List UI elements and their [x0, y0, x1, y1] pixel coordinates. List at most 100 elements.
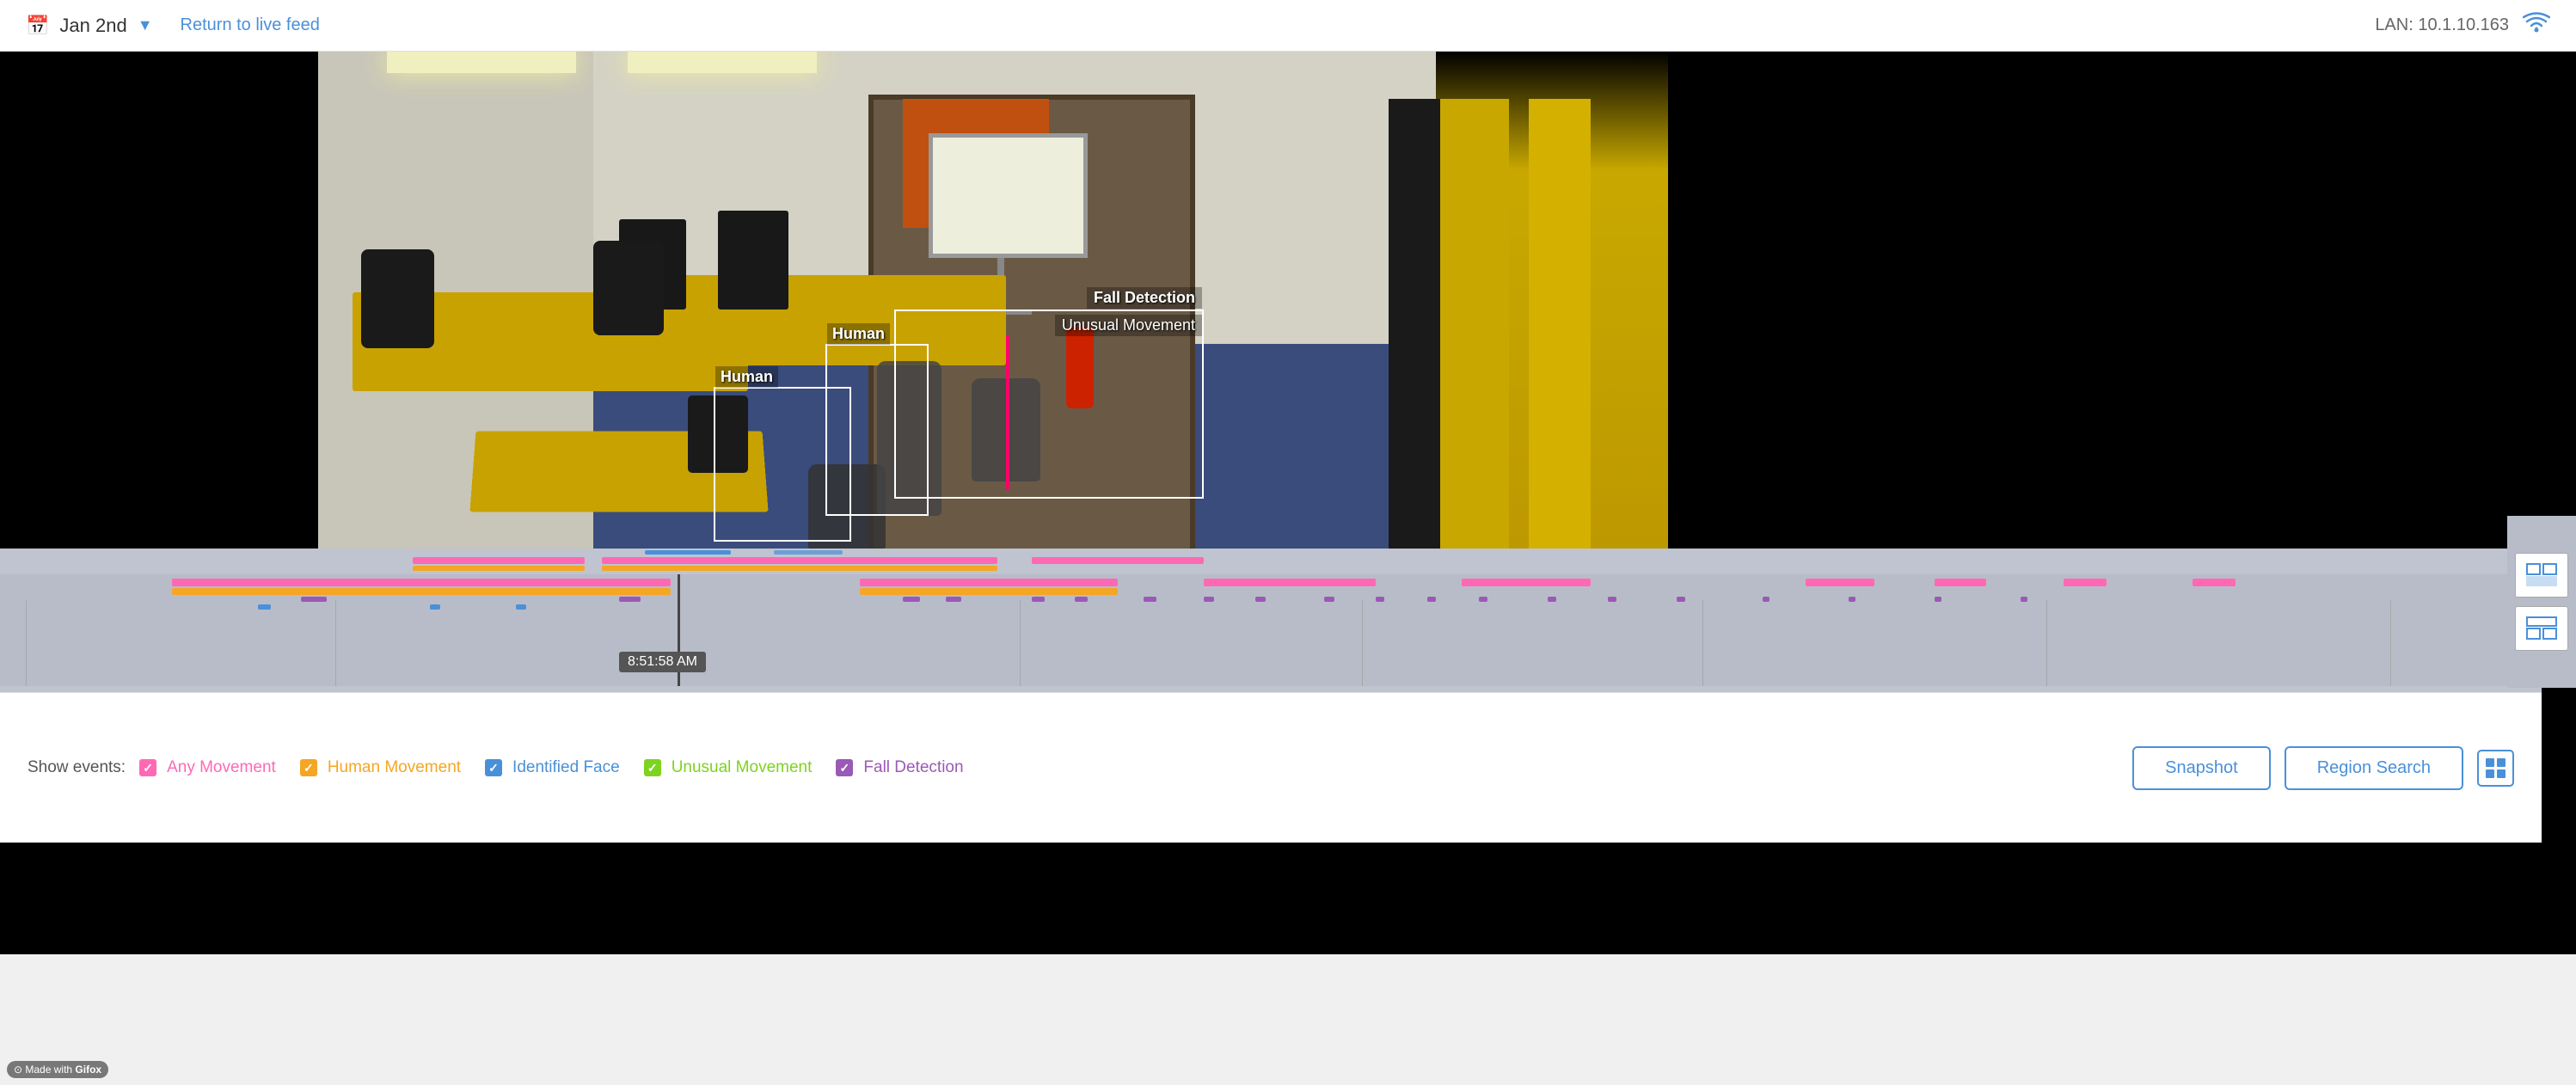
event-indicator-bars [0, 549, 2542, 574]
grid-dot-1 [2486, 758, 2494, 767]
identified-face-bar-2 [774, 550, 843, 555]
timeline-fall-8 [1204, 597, 1214, 602]
calendar-icon: 📅 [26, 15, 49, 37]
timeline-any-movement-1 [172, 579, 671, 586]
tick-4 [1362, 600, 1363, 686]
timeline-fall-17 [1763, 597, 1769, 602]
fall-detection-label: Fall Detection [1087, 287, 1202, 309]
timeline-face-1 [258, 604, 271, 610]
timeline-fall-20 [2021, 597, 2027, 602]
timeline-any-movement-2 [860, 579, 1118, 586]
timeline-fall-1 [301, 597, 327, 602]
timeline-fall-10 [1324, 597, 1334, 602]
timeline-any-movement-7 [2064, 579, 2107, 586]
ceiling-light-2 [628, 52, 817, 73]
timeline-fall-18 [1849, 597, 1855, 602]
timeline-fall-11 [1376, 597, 1384, 602]
event-type-any-movement[interactable]: ✓ Any Movement [139, 758, 276, 777]
event-type-unusual-movement[interactable]: ✓ Unusual Movement [644, 758, 813, 777]
right-layout-controls [2507, 516, 2576, 688]
identified-face-bar-1 [645, 550, 731, 555]
timeline-fall-4 [946, 597, 961, 602]
human-label-1: Human [827, 323, 890, 345]
human-detection-box-2: Human [714, 387, 851, 542]
date-dropdown-icon[interactable]: ▼ [138, 16, 153, 34]
timeline-human-movement-1 [172, 588, 671, 595]
region-search-button[interactable]: Region Search [2285, 746, 2463, 790]
layout-btn-1[interactable] [2515, 553, 2568, 598]
human-label-2: Human [715, 366, 778, 388]
lan-address: LAN: 10.1.10.163 [2375, 15, 2509, 35]
human-movement-checkbox[interactable]: ✓ [300, 759, 317, 776]
return-to-live-feed-link[interactable]: Return to live feed [181, 15, 320, 35]
any-movement-bar-2 [602, 557, 997, 564]
tick-7 [2390, 600, 2391, 686]
ceiling-light-1 [387, 52, 576, 73]
chair-1 [361, 249, 434, 348]
show-events-label: Show events: [28, 758, 126, 777]
fall-detection-checkbox[interactable]: ✓ [836, 759, 853, 776]
timeline-any-movement-5 [1806, 579, 1874, 586]
event-type-identified-face[interactable]: ✓ Identified Face [485, 758, 620, 777]
monitor-2 [718, 211, 788, 310]
tick-5 [1702, 600, 1703, 686]
fall-detection-label: Fall Detection [863, 758, 963, 777]
timeline-fall-9 [1255, 597, 1266, 602]
timeline-fall-7 [1144, 597, 1156, 602]
whiteboard [929, 133, 1088, 258]
event-type-human-movement[interactable]: ✓ Human Movement [300, 758, 461, 777]
grid-dot-4 [2497, 769, 2505, 778]
any-movement-bar-1 [413, 557, 585, 564]
human-movement-label: Human Movement [328, 758, 461, 777]
timeline-fall-14 [1548, 597, 1556, 602]
event-type-fall-detection[interactable]: ✓ Fall Detection [836, 758, 963, 777]
timeline-any-movement-6 [1935, 579, 1986, 586]
timeline-fall-16 [1677, 597, 1685, 602]
chair-2 [593, 241, 664, 335]
tick-3 [1020, 600, 1021, 686]
human-movement-bar-2 [602, 566, 997, 571]
tick-0 [26, 600, 27, 686]
grid-layout-button[interactable] [2477, 750, 2514, 787]
fall-detection-box: Fall Detection Unusual Movement [894, 310, 1204, 499]
top-bar-left: 📅 Jan 2nd ▼ Return to live feed [26, 15, 320, 37]
timeline-any-movement-4 [1462, 579, 1591, 586]
timeline-fall-12 [1427, 597, 1436, 602]
timeline-fall-15 [1608, 597, 1616, 602]
unusual-movement-label: Unusual Movement [672, 758, 813, 777]
timeline-any-movement-8 [2193, 579, 2236, 586]
gifox-badge: ⊙ Made with Gifox [7, 1061, 108, 1078]
any-movement-bar-3 [1032, 557, 1204, 564]
any-movement-label: Any Movement [167, 758, 276, 777]
timeline-human-movement-2 [860, 588, 1118, 595]
timeline-face-2 [430, 604, 440, 610]
unusual-movement-label: Unusual Movement [1055, 315, 1202, 336]
camera-feed: Fall Detection Unusual Movement Human Hu… [0, 52, 2576, 843]
identified-face-checkbox[interactable]: ✓ [485, 759, 502, 776]
scrubber-track[interactable]: 8:51:58 AM [0, 574, 2542, 686]
tick-1 [335, 600, 336, 686]
timeline-any-movement-3 [1204, 579, 1376, 586]
snapshot-button[interactable]: Snapshot [2132, 746, 2271, 790]
bottom-controls-bar: Show events: ✓ Any Movement ✓ Human Move… [0, 692, 2542, 843]
timeline-fall-3 [903, 597, 920, 602]
any-movement-checkbox[interactable]: ✓ [139, 759, 156, 776]
playhead-time-label: 8:51:58 AM [619, 652, 706, 672]
unusual-movement-checkbox[interactable]: ✓ [644, 759, 661, 776]
wifi-icon [2523, 11, 2550, 40]
layout-btn-2[interactable] [2515, 606, 2568, 651]
timeline-fall-6 [1075, 597, 1088, 602]
top-bar: 📅 Jan 2nd ▼ Return to live feed LAN: 10.… [0, 0, 2576, 52]
timeline-fall-19 [1935, 597, 1941, 602]
human-movement-bar-1 [413, 566, 585, 571]
timeline-fall-13 [1479, 597, 1487, 602]
fall-detection-line [1006, 335, 1009, 490]
grid-dot-3 [2486, 769, 2494, 778]
timeline-face-3 [516, 604, 526, 610]
timeline-fall-5 [1032, 597, 1045, 602]
date-label: Jan 2nd [59, 15, 126, 37]
timeline-fall-2 [619, 597, 641, 602]
top-bar-right: LAN: 10.1.10.163 [2375, 11, 2550, 40]
identified-face-label: Identified Face [512, 758, 620, 777]
grid-dot-2 [2497, 758, 2505, 767]
